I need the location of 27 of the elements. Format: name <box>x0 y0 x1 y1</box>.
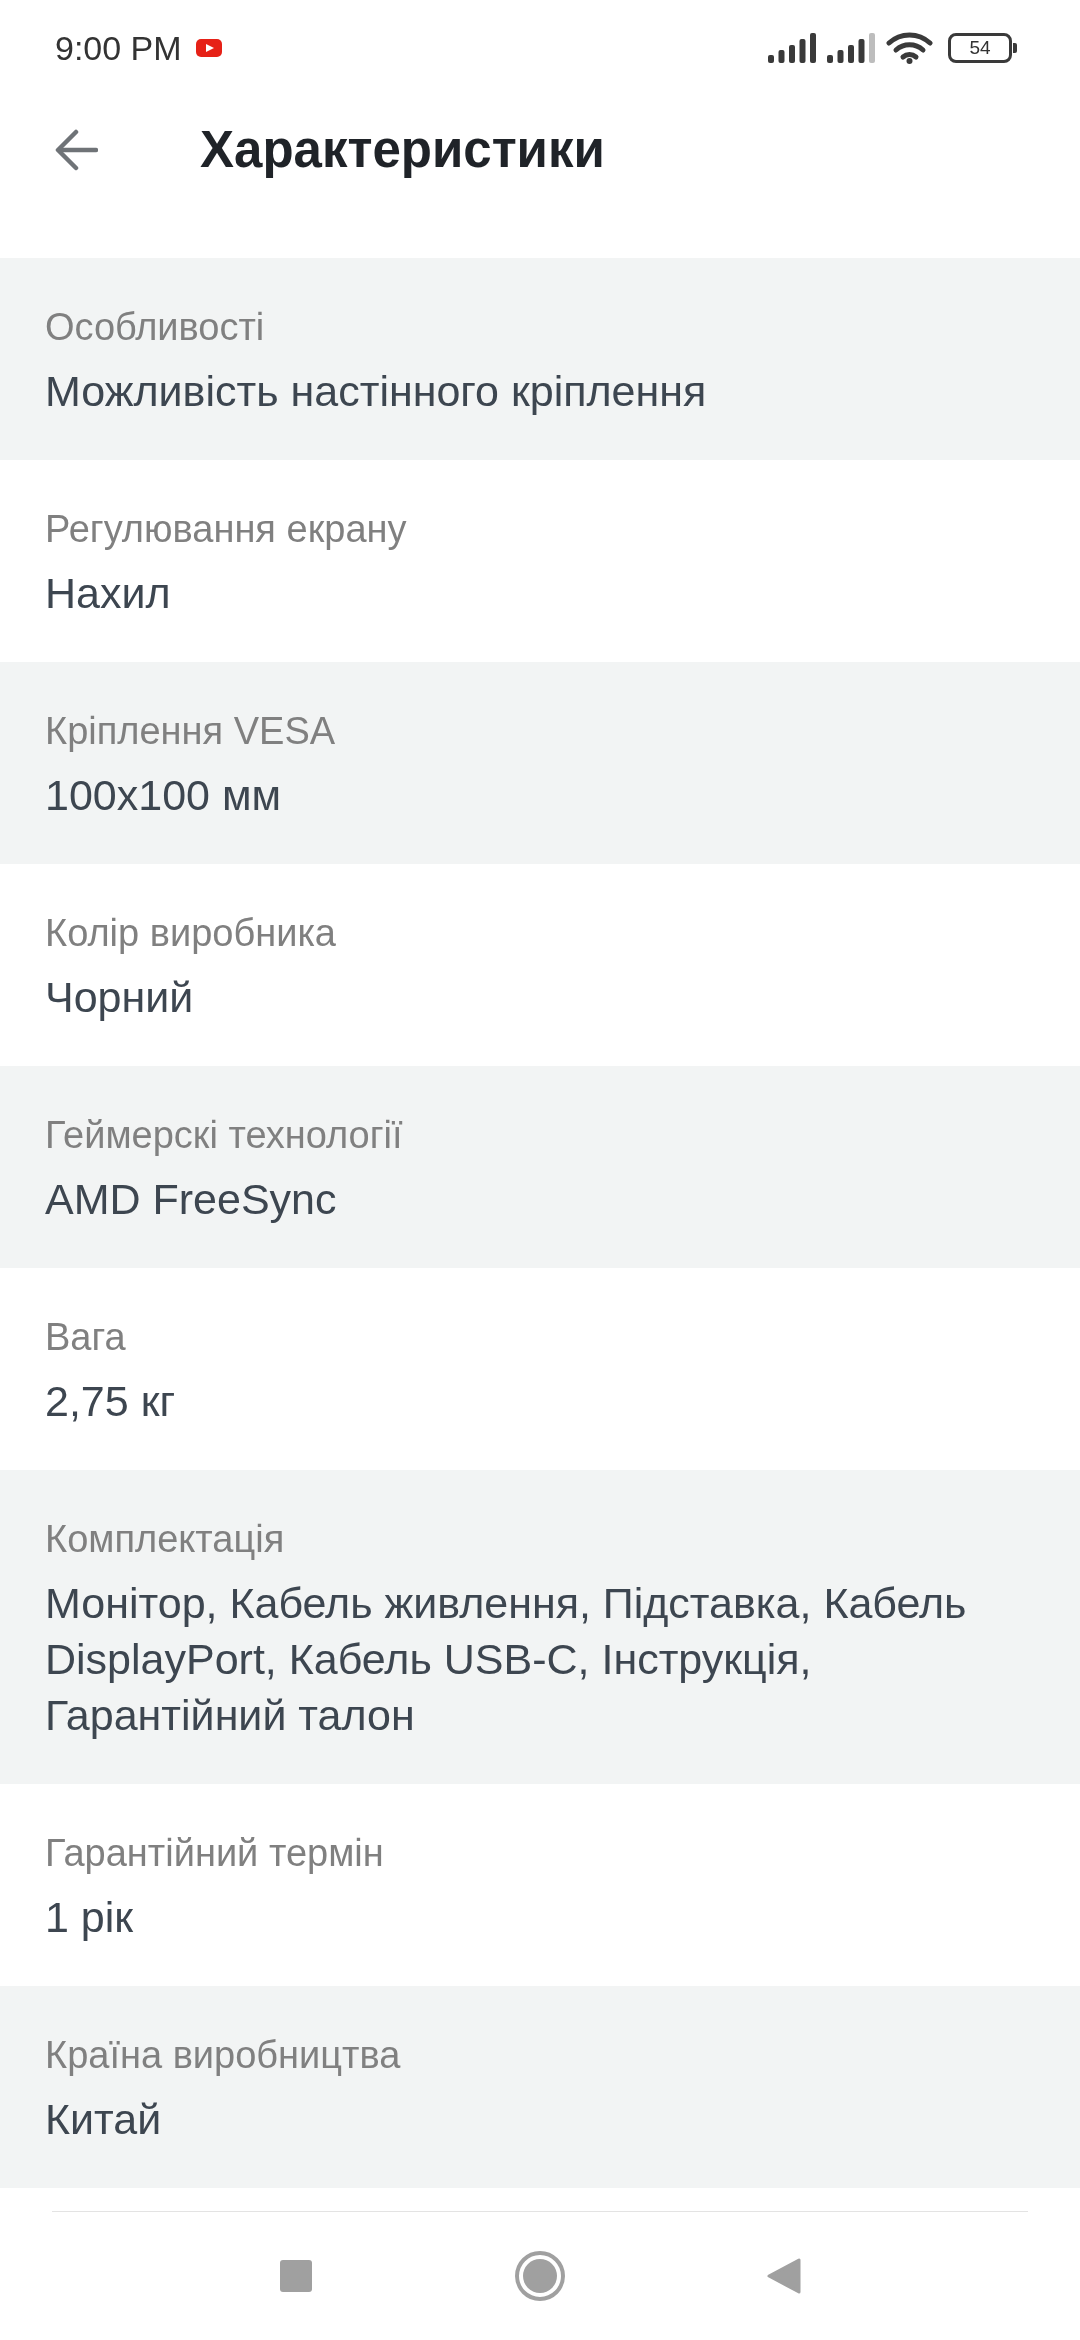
back-triangle-icon[interactable] <box>767 2258 801 2294</box>
spec-label: Країна виробництва <box>45 2033 402 2078</box>
spec-value: 100x100 мм <box>45 770 283 821</box>
spec-label: Колір виробника <box>45 911 337 956</box>
spec-label: Геймерскі технології <box>45 1113 404 1158</box>
spec-label: Особливості <box>45 305 266 350</box>
spec-value: 2,75 кг <box>45 1376 177 1427</box>
spec-label: Гарантійний термін <box>45 1831 385 1876</box>
spec-label: Кріплення VESA <box>45 709 337 754</box>
spec-value: AMD FreeSync <box>45 1174 338 1225</box>
status-time: 9:00 PM <box>55 28 182 68</box>
signal-icon <box>768 33 816 63</box>
spec-value: Китай <box>45 2094 163 2145</box>
home-icon[interactable] <box>515 2251 565 2301</box>
wifi-icon <box>886 32 933 64</box>
play-icon <box>195 39 222 57</box>
spec-label: Регулювання екрану <box>45 507 408 552</box>
signal-icon <box>827 33 875 63</box>
spec-value: 1 рік <box>45 1892 135 1943</box>
battery-indicator: 54 <box>948 33 1017 63</box>
spec-value: Чорний <box>45 972 195 1023</box>
spec-label: Вага <box>45 1315 127 1360</box>
spec-value: Можливість настінного кріплення <box>45 366 708 417</box>
spec-value: Нахил <box>45 568 172 619</box>
spec-label: Комплектація <box>45 1517 286 1562</box>
spec-value: Монітор, Кабель живлення, Підставка, Кабель DisplayPort, Кабель USB-C, Інструкція, Гарантійний талон <box>45 1578 968 1741</box>
page-title: Характеристики <box>200 120 605 180</box>
